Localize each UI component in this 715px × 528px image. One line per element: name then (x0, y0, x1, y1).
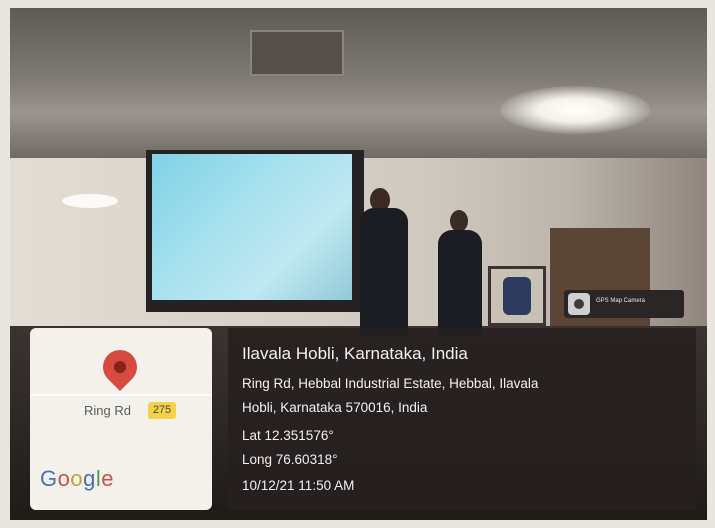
speaker2-head (450, 210, 468, 232)
wall-light (62, 194, 118, 208)
location-info-panel: Ilavala Hobli, Karnataka, India Ring Rd,… (228, 328, 696, 510)
portrait-frame (488, 266, 546, 326)
map-road (30, 394, 212, 396)
address-line-1: Ring Rd, Hebbal Industrial Estate, Hebba… (242, 376, 539, 391)
ceiling-light (500, 86, 650, 134)
projected-slide (152, 154, 352, 300)
map-road-label: Ring Rd (84, 403, 131, 418)
location-title: Ilavala Hobli, Karnataka, India (242, 344, 468, 363)
portrait-figure (503, 277, 531, 315)
map-thumbnail: Ring Rd 275 Google (30, 328, 212, 510)
latitude: Lat 12.351576° (242, 428, 334, 443)
camera-app-icon (568, 293, 590, 315)
google-logo: Google (40, 466, 115, 491)
speaker-male (360, 208, 408, 336)
longitude: Long 76.60318° (242, 452, 338, 467)
speaker-female (438, 230, 482, 336)
ceiling (10, 8, 707, 158)
badge-text: GPS Map Camera (596, 298, 646, 304)
address-line-2: Hobli, Karnataka 570016, India (242, 400, 428, 415)
timestamp: 10/12/21 11:50 AM (242, 478, 355, 493)
ceiling-vent (250, 30, 344, 76)
road-shield: 275 (148, 402, 176, 419)
gps-camera-badge: GPS Map Camera (564, 290, 684, 318)
projector-screen (146, 150, 364, 312)
map-pin-icon (95, 342, 145, 392)
